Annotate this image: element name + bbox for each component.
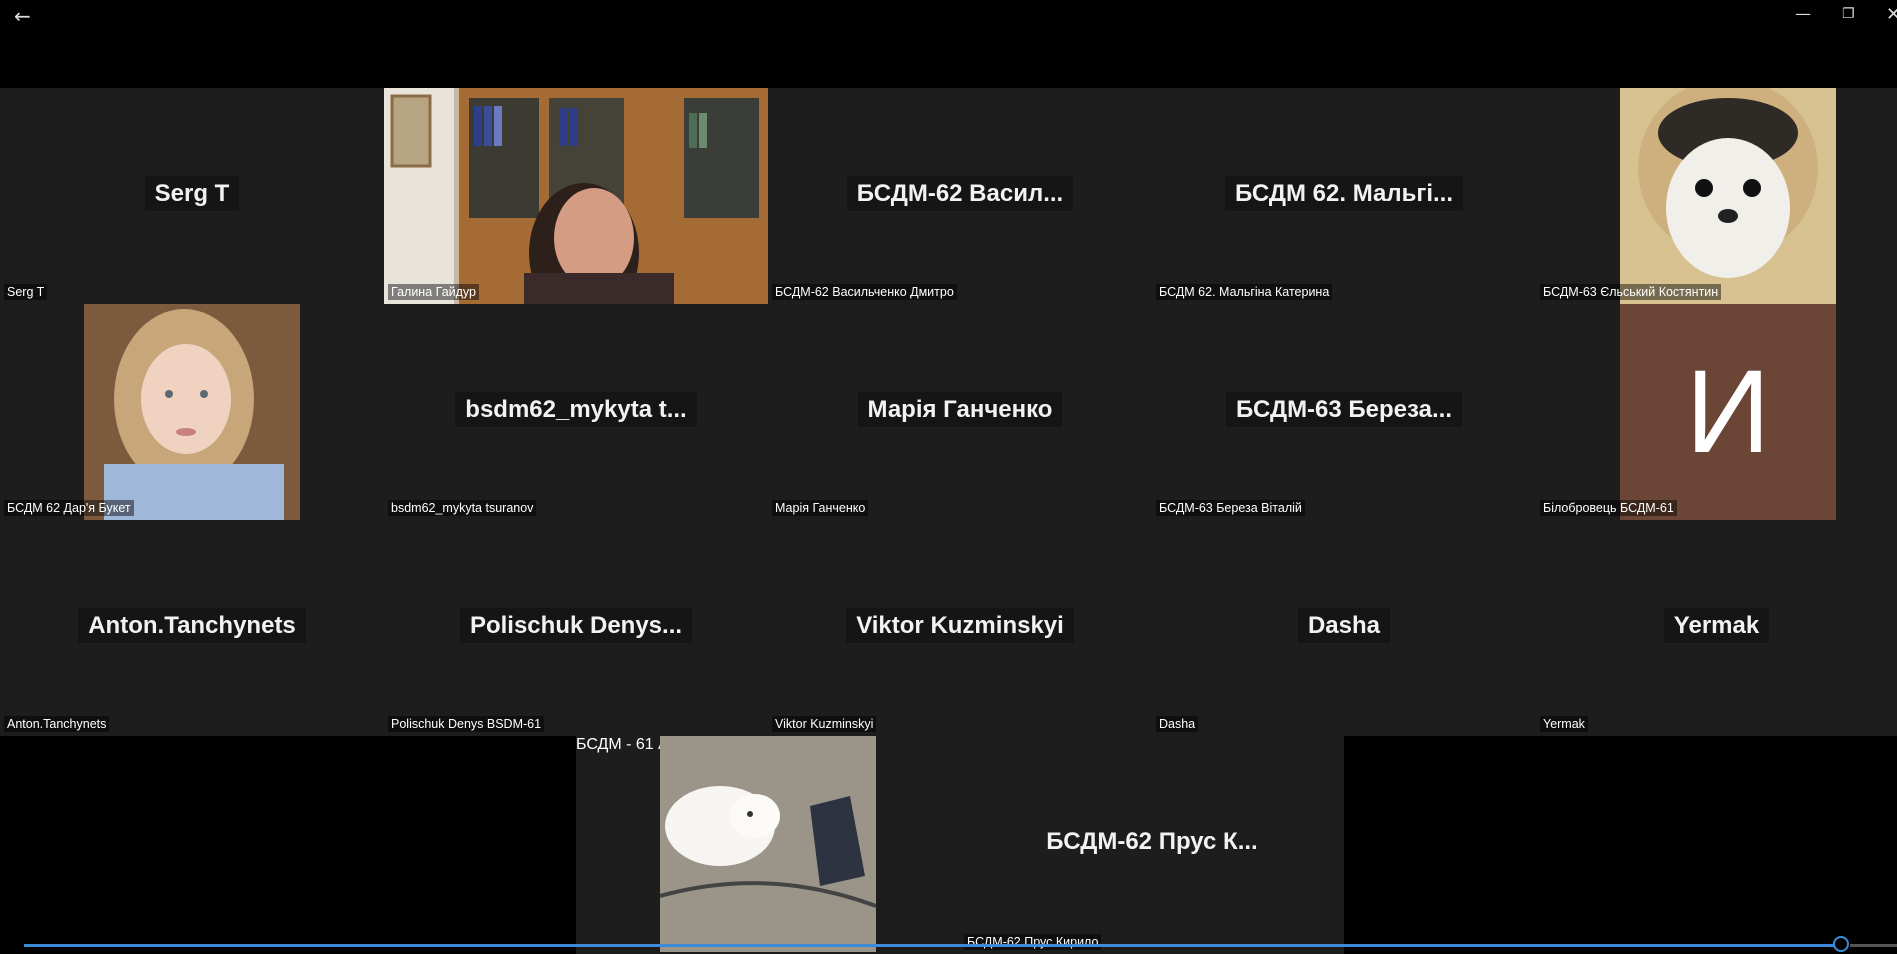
participant-name: Anton.Tanchynets: [0, 608, 384, 643]
participant-tile[interactable]: Anton.Tanchynets Anton.Tanchynets: [0, 520, 384, 736]
participant-label: БСДМ-63 Єльський Костянтин: [1540, 284, 1722, 300]
participant-label: Dasha: [1156, 716, 1199, 732]
participant-label: БСДМ-62 Прус Кирило: [964, 934, 1102, 950]
participant-name: bsdm62_mykyta t...: [384, 392, 768, 427]
participant-label: БСДМ-63 Береза Віталій: [1156, 500, 1305, 516]
participant-label: Білобровець БСДМ-61: [1540, 500, 1677, 516]
progress-track[interactable]: [24, 944, 1842, 947]
participant-name: Polischuk Denys...: [384, 608, 768, 643]
participant-tile[interactable]: БСДМ-62 Прус К... БСДМ-62 Прус Кирило: [960, 736, 1344, 954]
participant-name: Марія Ганченко: [768, 392, 1152, 427]
participant-name: БСДМ-62 Прус К...: [1046, 828, 1258, 855]
participant-label: Марія Ганченко: [772, 500, 869, 516]
participant-tile[interactable]: Dasha Dasha: [1152, 520, 1536, 736]
participant-tile[interactable]: БСДМ - 61 Артюров Владислав: [576, 736, 960, 954]
participant-tile[interactable]: И Білобровець БСДМ-61: [1536, 304, 1897, 520]
participant-name: Dasha: [1152, 608, 1536, 643]
participant-tile[interactable]: Yermak Yermak: [1536, 520, 1897, 736]
participant-name: БСДМ 62. Мальгі...: [1152, 176, 1536, 211]
participant-label: БСДМ-62 Васильченко Дмитро: [772, 284, 957, 300]
avatar: [1620, 88, 1836, 304]
participant-tile[interactable]: bsdm62_mykyta t... bsdm62_mykyta tsurano…: [384, 304, 768, 520]
participant-tile[interactable]: БСДМ 62 Дар'я Букет: [0, 304, 384, 520]
close-icon[interactable]: ✕: [1886, 4, 1897, 25]
progress-remaining: [1850, 944, 1897, 947]
participant-tile[interactable]: Polischuk Denys... Polischuk Denys BSDM-…: [384, 520, 768, 736]
participant-label: Viktor Kuzminskyi: [772, 716, 877, 732]
minimize-icon[interactable]: —: [1795, 4, 1811, 23]
participant-label: БСДМ 62 Дар'я Букет: [4, 500, 134, 516]
participant-tile[interactable]: БСДМ-63 Береза... БСДМ-63 Береза Віталій: [1152, 304, 1536, 520]
restore-icon[interactable]: ❐: [1842, 6, 1855, 22]
back-arrow-icon[interactable]: ←: [14, 4, 31, 28]
avatar-initial: И: [1620, 304, 1836, 520]
participant-name: БСДМ-63 Береза...: [1152, 392, 1536, 427]
participant-label: Polischuk Denys BSDM-61: [388, 716, 545, 732]
video-feed: [384, 88, 768, 304]
title-bar: ← — ❐ ✕: [0, 0, 1897, 88]
participant-label: БСДМ 62. Мальгіна Катерина: [1156, 284, 1333, 300]
participant-name: Viktor Kuzminskyi: [768, 608, 1152, 643]
participant-label: Yermak: [1540, 716, 1588, 732]
participant-label: bsdm62_mykyta tsuranov: [388, 500, 537, 516]
participant-tile[interactable]: БСДМ 62. Мальгі... БСДМ 62. Мальгіна Кат…: [1152, 88, 1536, 304]
participant-name: БСДМ-62 Васил...: [768, 176, 1152, 211]
avatar: [660, 736, 876, 952]
participant-name: Serg T: [0, 176, 384, 211]
progress-thumb[interactable]: [1833, 936, 1849, 952]
participant-tile[interactable]: Марія Ганченко Марія Ганченко: [768, 304, 1152, 520]
avatar: [84, 304, 300, 520]
participant-tile[interactable]: Viktor Kuzminskyi Viktor Kuzminskyi: [768, 520, 1152, 736]
participant-name: Yermak: [1536, 608, 1897, 643]
participant-tile[interactable]: БСДМ-62 Васил... БСДМ-62 Васильченко Дми…: [768, 88, 1152, 304]
participant-tile[interactable]: Галина Гайдур: [384, 88, 768, 304]
participant-tile[interactable]: Serg T Serg T: [0, 88, 384, 304]
participant-tile[interactable]: БСДМ-63 Єльський Костянтин: [1536, 88, 1897, 304]
participant-label: Anton.Tanchynets: [4, 716, 110, 732]
participant-label: Галина Гайдур: [388, 284, 479, 300]
participant-label: Serg T: [4, 284, 48, 300]
